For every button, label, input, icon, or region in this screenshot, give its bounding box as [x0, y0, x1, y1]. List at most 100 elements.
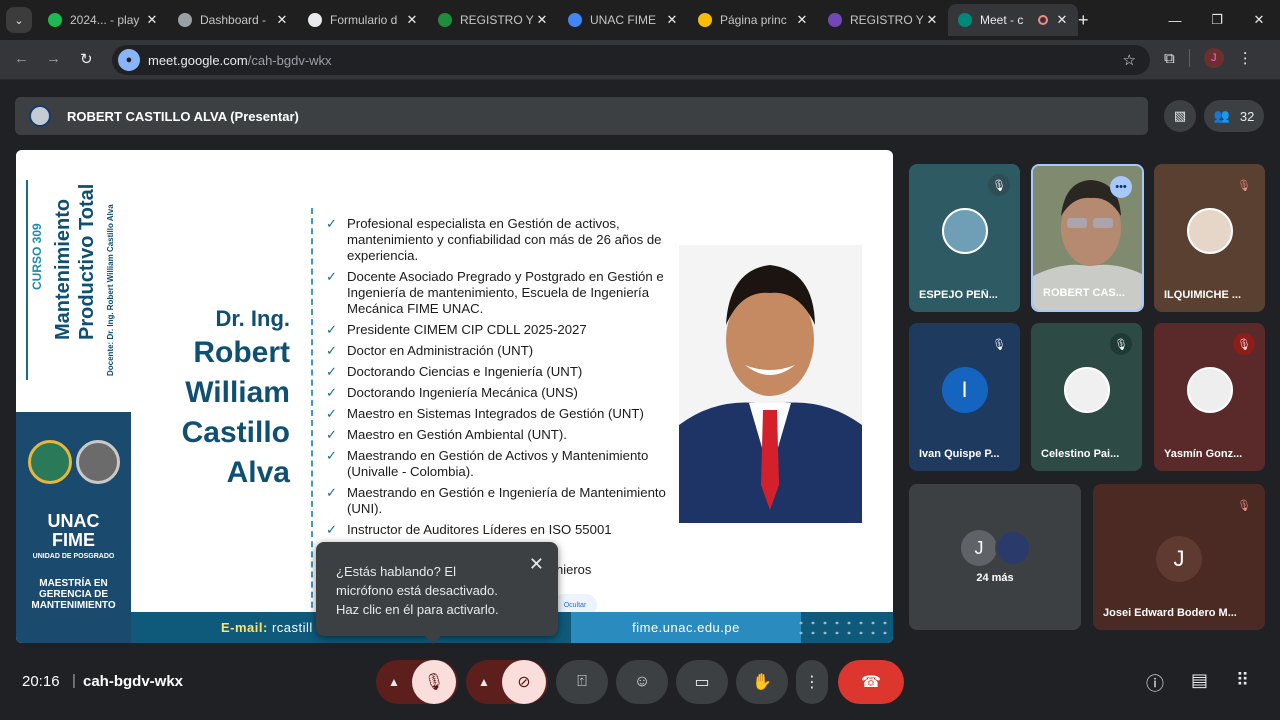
browser-tab[interactable]: Dashboard - ✕: [168, 4, 298, 36]
close-tab-icon[interactable]: ✕: [664, 12, 680, 28]
spotify-icon: [48, 13, 62, 27]
participant-tile[interactable]: 🎙︎ Yasmín Gonz...: [1154, 323, 1265, 471]
close-tab-icon[interactable]: ✕: [924, 12, 940, 28]
participant-count: 32: [1239, 108, 1255, 124]
new-tab-button[interactable]: +: [1078, 10, 1089, 31]
presenter-avatar: [29, 105, 51, 127]
course-number: CURSO 309: [30, 223, 44, 290]
mic-off-icon: 🎙︎: [1110, 333, 1132, 355]
minimize-icon[interactable]: —: [1154, 0, 1196, 40]
credential-item: Doctorando Ciencias e Ingeniería (UNT): [326, 364, 666, 380]
extensions-icon[interactable]: ⧉: [1164, 50, 1175, 67]
close-tab-icon[interactable]: ✕: [144, 12, 160, 28]
tab-title: Página princ: [720, 13, 787, 27]
participant-tile[interactable]: 🎙︎ ESPEJO PEÑ...: [909, 164, 1020, 312]
speaker-name: Dr. Ing. Robert William Castillo Alva: [181, 306, 290, 489]
mic-recording-icon[interactable]: ●: [118, 49, 140, 71]
present-screen-button[interactable]: ⍐: [556, 660, 608, 704]
participant-tile[interactable]: I 🎙︎ Ivan Quispe P...: [909, 323, 1020, 471]
url-text: meet.google.com/cah-bgdv-wkx: [148, 52, 332, 68]
participant-avatar: [1186, 367, 1233, 413]
browser-tab[interactable]: REGISTRO Y ✕: [818, 4, 948, 36]
captions-button[interactable]: ▭: [676, 660, 728, 704]
close-tab-icon[interactable]: ✕: [534, 12, 550, 28]
restore-icon[interactable]: ❐: [1196, 0, 1238, 40]
reactions-button[interactable]: ☺: [616, 660, 668, 704]
tab-title: UNAC FIME: [590, 13, 656, 27]
recording-indicator-icon: [1038, 15, 1048, 25]
close-tab-icon[interactable]: ✕: [274, 12, 290, 28]
more-options-icon[interactable]: •••: [1110, 176, 1132, 198]
participant-tile[interactable]: 🎙︎ Celestino Pai...: [1031, 323, 1142, 471]
profile-avatar[interactable]: J: [1203, 48, 1224, 68]
window-controls: — ❐ ✕: [1154, 0, 1280, 40]
more-vert-icon[interactable]: ⋮: [1238, 49, 1253, 67]
reload-icon[interactable]: ↻: [80, 50, 93, 68]
browser-tab[interactable]: Formulario d ✕: [298, 4, 428, 36]
course-title-2: Productivo Total: [76, 183, 98, 340]
credentials-list: Profesional especialista en Gestión de a…: [326, 216, 666, 543]
meeting-code: cah-bgdv-wkx: [83, 673, 184, 690]
participants-button[interactable]: 👥 32: [1204, 100, 1264, 132]
mic-off-icon: 🎙︎: [423, 674, 445, 691]
participant-tile-speaking[interactable]: ••• ROBERT CAS...: [1031, 164, 1144, 312]
mic-off-icon: 🎙︎: [1233, 333, 1255, 355]
tab-search-chevron-icon[interactable]: ⌄: [6, 7, 32, 33]
participant-name: Yasmín Gonz...: [1164, 448, 1243, 460]
audio-settings-chevron-icon[interactable]: ▲: [376, 675, 412, 689]
browser-tab[interactable]: REGISTRO Y ✕: [428, 4, 558, 36]
credential-item: Maestrando en Gestión de Activos y Mante…: [326, 448, 666, 480]
browser-tab[interactable]: Meet - c ✕: [948, 4, 1078, 36]
leave-call-button[interactable]: ☎: [838, 660, 904, 704]
credential-item: Profesional especialista en Gestión de a…: [326, 216, 666, 264]
unac-seal-logo: [28, 440, 72, 484]
meeting-time: 20:16: [22, 673, 60, 690]
close-tab-icon[interactable]: ✕: [1054, 12, 1070, 28]
browser-tab[interactable]: UNAC FIME ✕: [558, 4, 688, 36]
tab-title: Meet - c: [980, 13, 1024, 27]
fime-seal-logo: [76, 440, 120, 484]
browser-tab[interactable]: Página princ ✕: [688, 4, 818, 36]
raise-hand-button[interactable]: ✋: [736, 660, 788, 704]
close-icon[interactable]: ✕: [529, 554, 544, 575]
close-tab-icon[interactable]: ✕: [404, 12, 420, 28]
chat-icon[interactable]: ▤: [1191, 670, 1208, 691]
posgrado-label: UNIDAD DE POSGRADO: [32, 553, 115, 560]
presenter-name: ROBERT CASTILLO ALVA (Presentar): [67, 108, 299, 124]
participant-tile[interactable]: J 🎙︎ Josei Edward Bodero M...: [1093, 484, 1265, 630]
credential-item: Instructor de Auditores Líderes en ISO 5…: [326, 522, 666, 538]
participant-tile[interactable]: 🎙︎ ILQUIMICHE ...: [1154, 164, 1265, 312]
mic-off-button[interactable]: 🎙︎: [412, 660, 456, 704]
meeting-controls-bar: 20:16 | cah-bgdv-wkx ▲ 🎙︎ ▲ ⊘ ⍐ ☺ ▭ ✋ ⋮ …: [0, 650, 1280, 720]
tab-title: Formulario d: [330, 13, 398, 27]
video-settings-chevron-icon[interactable]: ▲: [466, 675, 502, 689]
participant-name: Ivan Quispe P...: [919, 448, 1000, 460]
camera-off-icon: ⊘: [517, 674, 531, 691]
hang-up-icon: ☎: [861, 674, 881, 691]
credential-item: Doctorando Ingeniería Mecánica (UNS): [326, 385, 666, 401]
close-tab-icon[interactable]: ✕: [794, 12, 810, 28]
mic-control-group: ▲ 🎙︎: [376, 660, 458, 704]
participant-avatar: [941, 208, 988, 254]
forward-icon[interactable]: →: [46, 50, 61, 67]
address-bar[interactable]: ● meet.google.com/cah-bgdv-wkx ☆: [112, 45, 1150, 75]
drive-icon: [698, 13, 712, 27]
back-icon[interactable]: ←: [14, 50, 29, 67]
participant-avatar: [1186, 208, 1233, 254]
bookmark-star-icon[interactable]: ☆: [1123, 51, 1136, 69]
camera-off-button[interactable]: ⊘: [502, 660, 546, 704]
meet-icon: [958, 13, 972, 27]
browser-tab[interactable]: 2024... - play ✕: [38, 4, 168, 36]
forms-icon: [828, 13, 842, 27]
participant-initial: I: [941, 367, 988, 413]
activities-icon[interactable]: ⠿: [1236, 670, 1249, 691]
more-options-button[interactable]: ⋮: [796, 660, 828, 704]
more-participants-tile[interactable]: J 24 más: [909, 484, 1081, 630]
hide-presentation-icon[interactable]: ▧: [1164, 100, 1196, 132]
meeting-info-icon[interactable]: ⓘ: [1146, 670, 1164, 696]
maestria-label: MAESTRÍA EN GERENCIA DE MANTENIMIENTO: [31, 578, 116, 611]
mic-off-icon: 🎙︎: [988, 333, 1010, 355]
mic-off-icon: 🎙︎: [988, 174, 1010, 196]
browser-tab-bar: ⌄ 2024... - play ✕ Dashboard - ✕ Formulario …: [0, 0, 1280, 40]
close-window-icon[interactable]: ✕: [1238, 0, 1280, 40]
